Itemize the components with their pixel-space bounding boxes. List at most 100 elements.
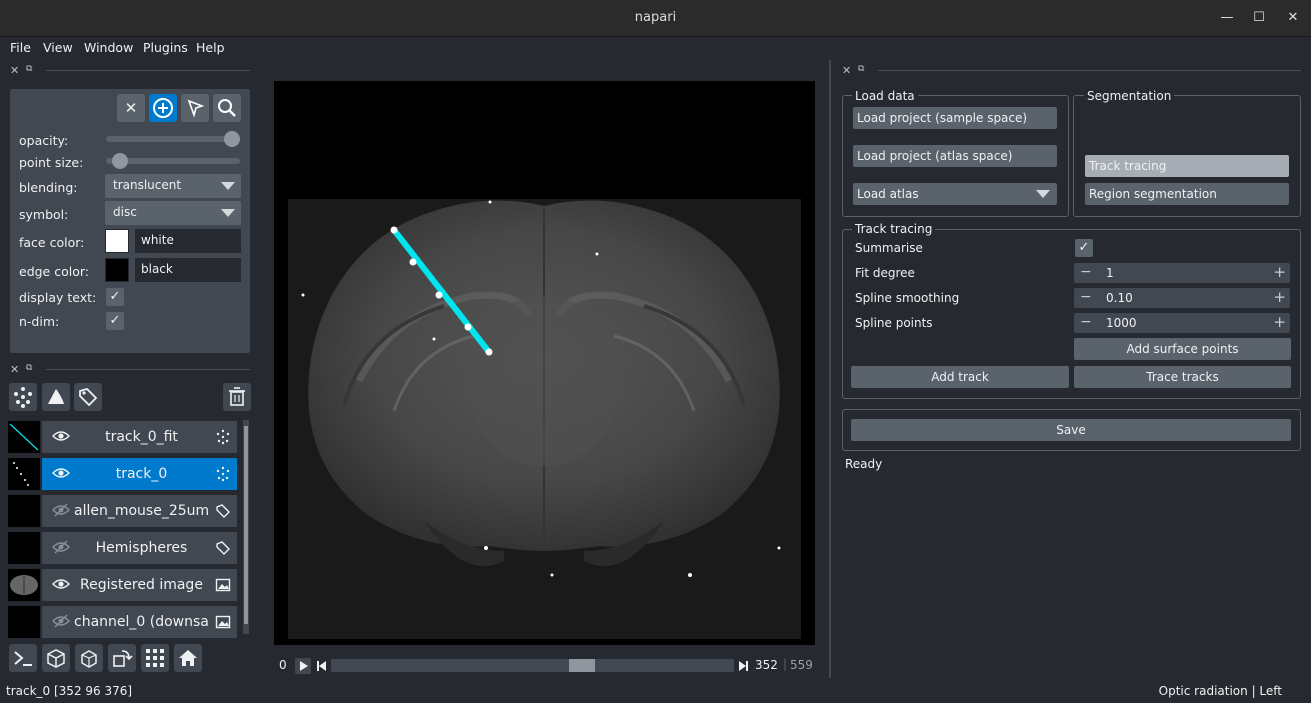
menu-file[interactable]: File: [10, 40, 31, 55]
dims-slider-handle[interactable]: [568, 659, 595, 672]
spline-points-spinbox[interactable]: − 1000 +: [1074, 313, 1290, 333]
step-back-button[interactable]: [314, 658, 328, 674]
maximize-icon[interactable]: ☐: [1250, 9, 1268, 27]
layer-row[interactable]: Hemispheres: [8, 532, 237, 564]
save-button[interactable]: Save: [851, 419, 1291, 441]
layer-row[interactable]: allen_mouse_25um: [8, 495, 237, 527]
new-shapes-layer-button[interactable]: [42, 383, 70, 411]
summarise-checkbox[interactable]: ✓: [1075, 239, 1093, 257]
trace-tracks-button[interactable]: Trace tracks: [1074, 366, 1291, 388]
close-icon[interactable]: ✕: [1284, 9, 1302, 27]
layer-row[interactable]: channel_0 (downsar: [8, 606, 237, 638]
blending-select[interactable]: translucent: [105, 174, 241, 198]
eye-slash-icon[interactable]: [52, 540, 70, 558]
select-points-button[interactable]: [181, 94, 209, 122]
display-text-label: display text:: [19, 290, 97, 305]
layer-list-scrollbar[interactable]: [243, 420, 249, 634]
add-surface-points-button[interactable]: Add surface points: [1074, 338, 1291, 360]
plus-icon[interactable]: +: [1273, 263, 1286, 281]
image-canvas[interactable]: [274, 81, 815, 645]
plus-icon[interactable]: +: [1273, 288, 1286, 306]
layer-type-icon: [215, 577, 231, 593]
region-segmentation-button[interactable]: Region segmentation: [1085, 183, 1289, 205]
layer-name[interactable]: allen_mouse_25um: [74, 503, 209, 519]
delete-points-button[interactable]: ✕: [117, 94, 145, 122]
layer-row[interactable]: track_0_fit: [8, 421, 237, 453]
step-forward-button[interactable]: [737, 658, 751, 674]
roll-dims-button[interactable]: [75, 644, 103, 672]
layer-name[interactable]: Registered image: [74, 577, 209, 593]
menu-view[interactable]: View: [43, 40, 73, 55]
menu-window[interactable]: Window: [84, 40, 133, 55]
transpose-button[interactable]: [108, 644, 136, 672]
layer-row-body[interactable]: channel_0 (downsar: [42, 606, 237, 638]
dock-splitter[interactable]: [829, 60, 831, 678]
layer-name[interactable]: track_0_fit: [74, 429, 209, 445]
menu-plugins[interactable]: Plugins: [143, 40, 188, 55]
ndisplay-button[interactable]: [42, 644, 70, 672]
edge-color-input[interactable]: black: [135, 258, 241, 282]
layer-row-body[interactable]: Hemispheres: [42, 532, 237, 564]
minimize-icon[interactable]: —: [1218, 9, 1236, 27]
opacity-slider-handle[interactable]: [224, 131, 240, 147]
dock-float-icon[interactable]: ⧉: [26, 64, 32, 74]
layer-row-body[interactable]: track_0_fit: [42, 421, 237, 453]
layer-row[interactable]: Registered image: [8, 569, 237, 601]
eye-icon[interactable]: [52, 429, 70, 447]
face-color-input[interactable]: white: [135, 229, 241, 253]
minus-icon[interactable]: −: [1080, 289, 1092, 305]
plugin-status: Ready: [845, 457, 883, 471]
console-button[interactable]: [9, 644, 37, 672]
layer-row-body[interactable]: allen_mouse_25um: [42, 495, 237, 527]
eye-slash-icon[interactable]: [52, 503, 70, 521]
home-button[interactable]: [174, 644, 202, 672]
menu-help[interactable]: Help: [196, 40, 225, 55]
segmentation-title: Segmentation: [1084, 89, 1175, 103]
tag-icon: [216, 504, 230, 518]
dock-close-icon[interactable]: ✕: [842, 64, 851, 77]
track-tracing-button[interactable]: Track tracing: [1085, 155, 1289, 177]
ndim-checkbox[interactable]: ✓: [106, 312, 124, 330]
load-atlas-select[interactable]: Load atlas: [853, 183, 1057, 205]
eye-icon[interactable]: [52, 466, 70, 484]
fit-degree-spinbox[interactable]: − 1 +: [1074, 263, 1290, 283]
eye-slash-icon[interactable]: [52, 614, 70, 632]
point-size-slider-handle[interactable]: [111, 153, 128, 169]
scrollbar-handle[interactable]: [244, 426, 248, 624]
dims-slider[interactable]: [331, 659, 734, 672]
eye-icon[interactable]: [52, 577, 70, 595]
layer-row-body[interactable]: track_0: [42, 458, 237, 490]
symbol-select[interactable]: disc: [105, 201, 241, 225]
minus-icon[interactable]: −: [1080, 314, 1092, 330]
delete-layer-button[interactable]: [223, 383, 251, 411]
opacity-slider[interactable]: [106, 136, 240, 142]
load-atlas-space-button[interactable]: Load project (atlas space): [853, 145, 1057, 167]
face-color-swatch[interactable]: [105, 229, 129, 253]
dims-max: 559: [790, 658, 813, 672]
dims-current[interactable]: 352: [755, 658, 778, 672]
pan-zoom-button[interactable]: [213, 94, 241, 122]
grid-button[interactable]: [141, 644, 169, 672]
load-sample-space-button[interactable]: Load project (sample space): [853, 107, 1057, 129]
dock-close-icon[interactable]: ✕: [10, 64, 19, 77]
layer-row-body[interactable]: Registered image: [42, 569, 237, 601]
minus-icon[interactable]: −: [1080, 264, 1092, 280]
dims-separator: |: [783, 657, 788, 671]
dock-float-icon[interactable]: ⧉: [26, 363, 32, 373]
play-button[interactable]: [295, 658, 311, 674]
new-points-layer-button[interactable]: [9, 383, 37, 411]
new-labels-layer-button[interactable]: [74, 383, 102, 411]
add-track-button[interactable]: Add track: [851, 366, 1069, 388]
spline-smoothing-spinbox[interactable]: − 0.10 +: [1074, 288, 1290, 308]
edge-color-swatch[interactable]: [105, 258, 129, 282]
layer-name[interactable]: Hemispheres: [74, 540, 209, 556]
add-points-button[interactable]: [149, 94, 177, 122]
dock-float-icon[interactable]: ⧉: [858, 64, 864, 74]
step-back-icon: [317, 661, 326, 671]
plus-icon[interactable]: +: [1273, 313, 1286, 331]
dock-close-icon[interactable]: ✕: [10, 363, 19, 376]
layer-row[interactable]: track_0: [8, 458, 237, 490]
layer-name[interactable]: track_0: [74, 466, 209, 482]
layer-name[interactable]: channel_0 (downsar: [74, 614, 209, 630]
display-text-checkbox[interactable]: ✓: [106, 288, 124, 306]
